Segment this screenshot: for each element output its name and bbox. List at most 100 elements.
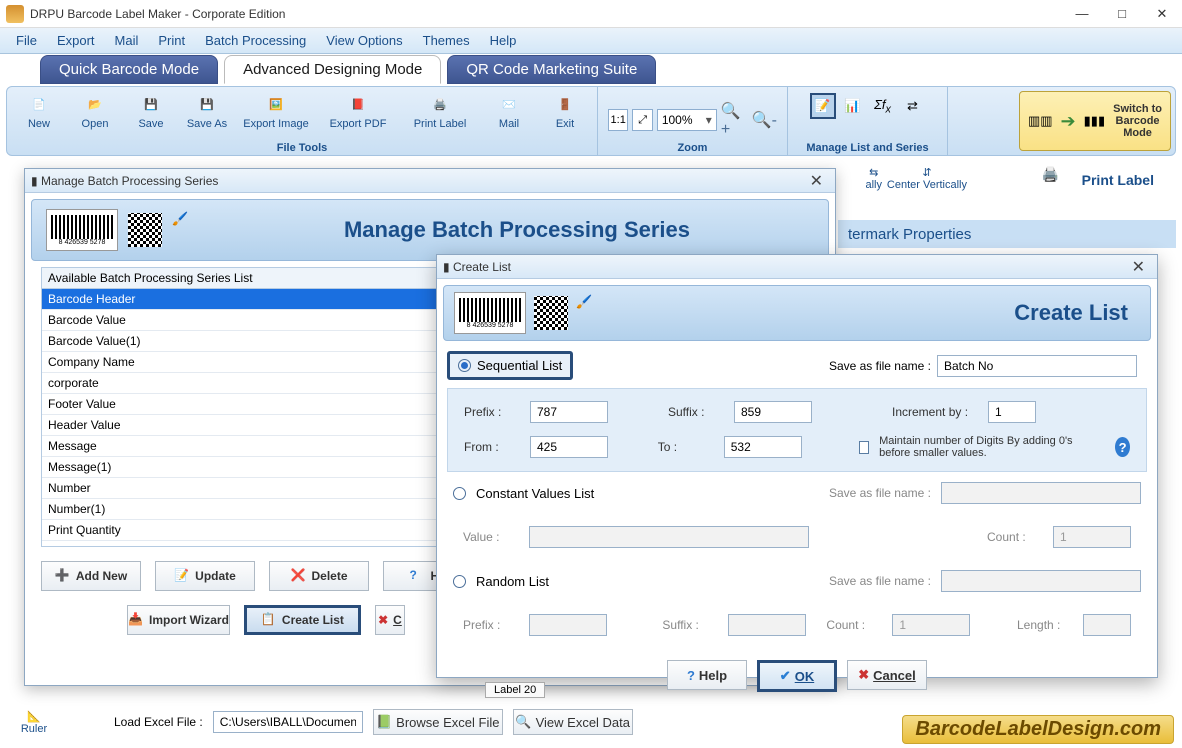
save-icon: 💾 (138, 91, 164, 117)
tab-advanced-mode[interactable]: Advanced Designing Mode (224, 55, 441, 84)
export-pdf-button[interactable]: 📕Export PDF (319, 89, 397, 130)
zoom-out-icon[interactable]: 🔍- (752, 110, 777, 130)
saveas-icon: 💾 (194, 91, 220, 117)
rand-suffix-input (728, 614, 806, 636)
menu-export[interactable]: Export (47, 30, 105, 51)
file-tools-caption: File Tools (277, 142, 328, 154)
update-button[interactable]: 📝Update (155, 561, 255, 591)
create-list-button[interactable]: 📋Create List (244, 605, 361, 635)
view-excel-button[interactable]: 🔍View Excel Data (513, 709, 633, 735)
save-filename-label: Save as file name : (829, 359, 931, 373)
ruler-icon: 📐 (27, 710, 41, 723)
brush-icon: 🖌️ (172, 211, 210, 249)
open-icon: 📂 (82, 91, 108, 117)
brush-icon: 🖌️ (576, 294, 614, 332)
close-button[interactable]: ✕ (1142, 1, 1182, 27)
menu-file[interactable]: File (6, 30, 47, 51)
menu-themes[interactable]: Themes (413, 30, 480, 51)
random-list-radio[interactable]: Random List Save as file name : (437, 564, 1157, 598)
from-input[interactable] (530, 436, 608, 458)
rand-prefix-input (529, 614, 607, 636)
help-icon[interactable]: ? (1115, 437, 1130, 457)
rand-filename-input (941, 570, 1141, 592)
sequential-list-radio[interactable]: Sequential List (447, 351, 573, 380)
help-icon: ? (687, 668, 695, 683)
create-help-button[interactable]: ?Help (667, 660, 747, 690)
mail-icon: ✉️ (496, 91, 522, 117)
add-new-button[interactable]: ➕Add New (41, 561, 141, 591)
create-cancel-button[interactable]: ✖Cancel (847, 660, 927, 690)
print-label-button[interactable]: 🖨️Print Label (401, 89, 479, 130)
menu-batch[interactable]: Batch Processing (195, 30, 316, 51)
series-swap-icon[interactable]: ⇄ (900, 93, 926, 119)
zoom-expand-icon[interactable]: ⤢ (632, 109, 652, 131)
new-button[interactable]: 📄New (13, 89, 65, 130)
barcode-small-icon: ▮ (31, 174, 38, 188)
ok-button[interactable]: ✔OK (757, 660, 837, 692)
excel-path-input[interactable] (213, 711, 363, 733)
barcode-preview-icon: ▥▥ (1028, 113, 1053, 129)
refresh-icon: 📝 (174, 568, 190, 584)
exit-button[interactable]: 🚪Exit (539, 89, 591, 130)
check-icon: ✔ (780, 668, 791, 684)
import-icon: 📥 (128, 612, 144, 628)
saveas-button[interactable]: 💾Save As (181, 89, 233, 130)
zoom-fit-icon[interactable]: 1:1 (608, 109, 628, 131)
create-header: 8 426539 5278 🖌️ Create List (443, 285, 1151, 341)
center-vertically-button[interactable]: ⇵ Center Vertically (887, 166, 967, 191)
zoom-caption: Zoom (678, 142, 708, 154)
radio-on-icon (458, 359, 471, 372)
series-fx-icon[interactable]: Σfx (870, 93, 896, 119)
app-icon (6, 5, 24, 23)
print-label-big-button[interactable]: 🖨️ Print Label (1042, 166, 1154, 194)
constant-list-radio[interactable]: Constant Values List Save as file name : (437, 476, 1157, 510)
maintain-digits-checkbox[interactable] (859, 441, 869, 454)
export-image-button[interactable]: 🖼️Export Image (237, 89, 315, 130)
brand-badge: BarcodeLabelDesign.com (902, 715, 1174, 744)
save-button[interactable]: 💾Save (125, 89, 177, 130)
help-icon: ? (409, 568, 425, 584)
filename-input[interactable] (937, 355, 1137, 377)
switch-barcode-mode-button[interactable]: ▥▥ ➔ ▮▮▮ Switch toBarcodeMode (1019, 91, 1171, 151)
import-wizard-button[interactable]: 📥Import Wizard (127, 605, 230, 635)
cancel-button-partial[interactable]: ✖C (375, 605, 405, 635)
ribbon-group-series: 📝 📊 Σfx ⇄ Manage List and Series (788, 87, 948, 155)
increment-input[interactable] (988, 401, 1036, 423)
minimize-button[interactable]: — (1062, 1, 1102, 27)
ribbon-group-zoom: 1:1 ⤢ 100% 🔍+ 🔍- Zoom (598, 87, 788, 155)
browse-excel-button[interactable]: 📗Browse Excel File (373, 709, 503, 735)
mail-button[interactable]: ✉️Mail (483, 89, 535, 130)
create-close-button[interactable]: ✕ (1126, 257, 1151, 277)
menu-help[interactable]: Help (480, 30, 527, 51)
delete-button[interactable]: ❌Delete (269, 561, 369, 591)
menu-print[interactable]: Print (148, 30, 195, 51)
center-horizontally-button[interactable]: ⇆ ally (865, 166, 882, 191)
menu-view[interactable]: View Options (316, 30, 412, 51)
batch-dialog-title: ▮ Manage Batch Processing Series ✕ (25, 169, 835, 193)
tab-quick-mode[interactable]: Quick Barcode Mode (40, 55, 218, 84)
titlebar: DRPU Barcode Label Maker - Corporate Edi… (0, 0, 1182, 28)
x-icon: ✖ (858, 667, 869, 683)
tab-qr-mode[interactable]: QR Code Marketing Suite (447, 55, 656, 84)
center-horizontal-icon: ⇆ (869, 166, 878, 179)
to-input[interactable] (724, 436, 802, 458)
prefix-input[interactable] (530, 401, 608, 423)
manage-list-icon[interactable]: 📝 (810, 93, 836, 119)
ribbon-group-file: 📄New 📂Open 💾Save 💾Save As 🖼️Export Image… (7, 87, 598, 155)
ruler-button[interactable]: 📐 Ruler (14, 710, 54, 735)
label-chip[interactable]: Label 20 (485, 682, 545, 698)
open-button[interactable]: 📂Open (69, 89, 121, 130)
series-excel-icon[interactable]: 📊 (840, 93, 866, 119)
printer-icon: 🖨️ (427, 91, 453, 117)
list-icon: 📋 (261, 612, 277, 628)
menu-mail[interactable]: Mail (105, 30, 149, 51)
batch-close-button[interactable]: ✕ (804, 171, 829, 191)
suffix-input[interactable] (734, 401, 812, 423)
new-icon: 📄 (26, 91, 52, 117)
zoom-in-icon[interactable]: 🔍+ (721, 101, 748, 139)
radio-off-icon (453, 487, 466, 500)
rand-count-input (892, 614, 970, 636)
maximize-button[interactable]: □ (1102, 1, 1142, 27)
series-caption: Manage List and Series (806, 142, 928, 154)
zoom-select[interactable]: 100% (657, 109, 717, 131)
